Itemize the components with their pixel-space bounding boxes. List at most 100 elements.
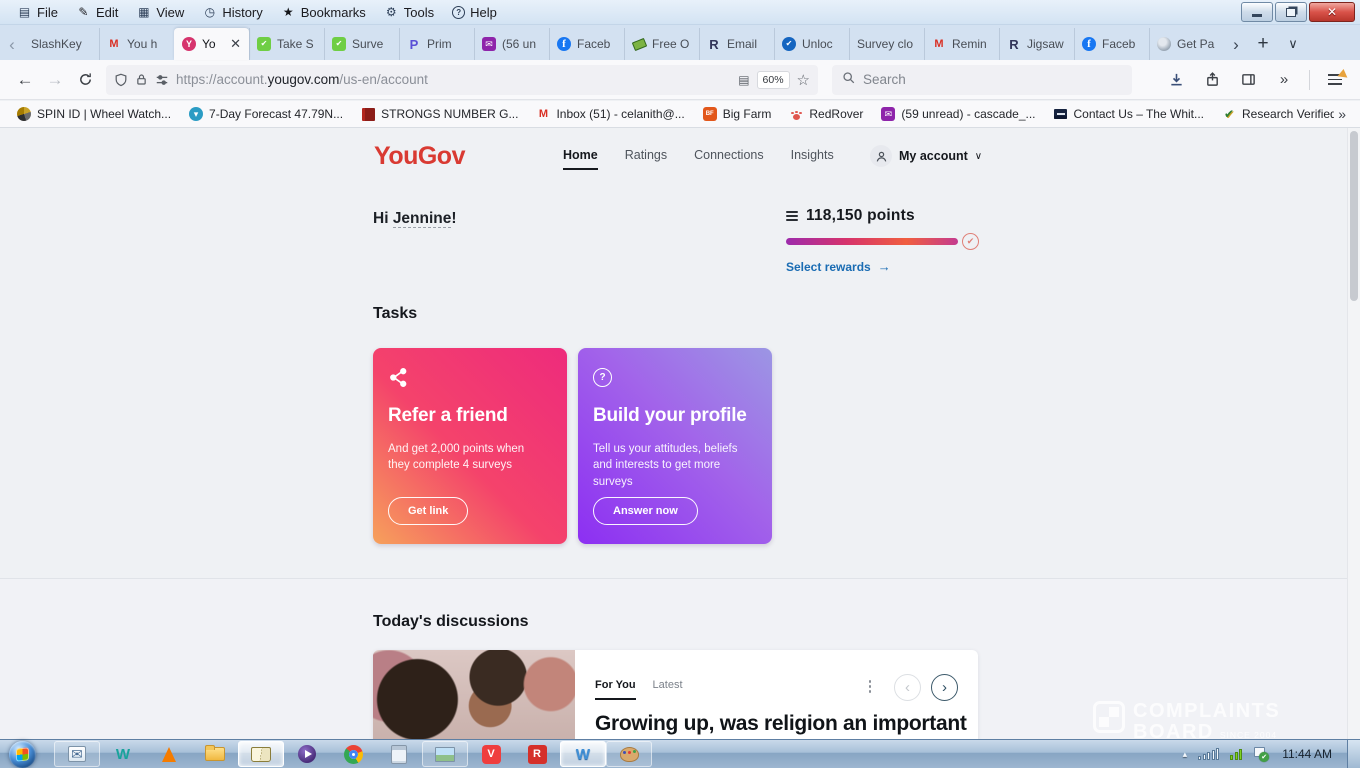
browser-tab[interactable]: Prim ✕ bbox=[399, 28, 474, 60]
carousel-prev-button[interactable] bbox=[894, 674, 921, 701]
taskbar-app-button[interactable] bbox=[238, 741, 284, 767]
restore-button[interactable] bbox=[1275, 2, 1307, 22]
bookmark-item[interactable]: Big Farm bbox=[696, 105, 779, 123]
bookmark-item[interactable]: (59 unread) - cascade_... bbox=[874, 105, 1042, 123]
browser-tab[interactable]: Faceb ✕ bbox=[549, 28, 624, 60]
feed-tab[interactable]: Latest bbox=[653, 679, 683, 700]
discussion-headline[interactable]: Growing up, was religion an important bbox=[595, 712, 965, 736]
browser-tab[interactable]: Survey clo ✕ bbox=[849, 28, 924, 60]
tab-close-icon[interactable]: ✕ bbox=[229, 36, 242, 52]
feed-tab[interactable]: For You bbox=[595, 679, 636, 700]
bookmark-item[interactable]: STRONGS NUMBER G... bbox=[354, 105, 525, 123]
taskbar-app-button[interactable] bbox=[560, 741, 606, 767]
browser-tab[interactable]: (56 un ✕ bbox=[474, 28, 549, 60]
carousel-next-button[interactable] bbox=[931, 674, 958, 701]
browser-tab[interactable]: SlashKey ✕ bbox=[24, 28, 99, 60]
reader-view-icon[interactable]: ▤ bbox=[738, 73, 749, 87]
site-nav-link[interactable]: Insights bbox=[791, 148, 834, 170]
select-rewards-link[interactable]: Select rewards bbox=[786, 259, 891, 274]
taskbar-app-button[interactable] bbox=[514, 741, 560, 767]
taskbar-app-button[interactable] bbox=[284, 741, 330, 767]
browser-tab[interactable]: Free O ✕ bbox=[624, 28, 699, 60]
taskbar-app-button[interactable] bbox=[100, 741, 146, 767]
tab-scroll-right-icon[interactable] bbox=[1224, 30, 1248, 60]
browser-tab[interactable]: Unloc ✕ bbox=[774, 28, 849, 60]
taskbar-app-button[interactable] bbox=[422, 741, 468, 767]
share-icon[interactable] bbox=[1197, 66, 1227, 94]
site-nav-link[interactable]: Connections bbox=[694, 148, 764, 170]
url-bar[interactable]: https://account.yougov.com/us-en/account… bbox=[106, 65, 818, 95]
shield-icon[interactable] bbox=[114, 73, 128, 87]
taskbar-app-button[interactable] bbox=[606, 741, 652, 767]
back-button[interactable]: ← bbox=[10, 66, 40, 94]
bookmark-star-icon[interactable]: ☆ bbox=[797, 71, 810, 89]
new-tab-button[interactable] bbox=[1248, 29, 1278, 59]
menu-item[interactable]: File bbox=[8, 3, 67, 22]
bookmark-item[interactable]: Research Verified Wart... bbox=[1215, 105, 1334, 123]
clock[interactable]: 11:44 AM bbox=[1282, 747, 1332, 761]
menu-item[interactable]: Help bbox=[443, 3, 506, 22]
browser-tab[interactable]: Remin ✕ bbox=[924, 28, 999, 60]
bookmark-item[interactable]: SPIN ID | Wheel Watch... bbox=[10, 105, 178, 123]
overflow-chevrons-icon[interactable]: » bbox=[1269, 66, 1299, 94]
permissions-icon[interactable] bbox=[155, 73, 169, 87]
bookmark-item[interactable]: 7-Day Forecast 47.79N... bbox=[182, 105, 350, 123]
action-center-flag-icon[interactable] bbox=[1253, 747, 1267, 762]
site-nav-link[interactable]: Ratings bbox=[625, 148, 667, 170]
browser-tab[interactable]: Yo ✕ bbox=[174, 28, 249, 60]
yougov-logo[interactable]: YouGov bbox=[374, 142, 465, 171]
taskbar-app-button[interactable] bbox=[330, 741, 376, 767]
page-scrollbar[interactable] bbox=[1347, 128, 1360, 740]
taskbar-app-button[interactable] bbox=[468, 741, 514, 767]
browser-tab[interactable]: Take S ✕ bbox=[249, 28, 324, 60]
refer-a-friend-card[interactable]: Refer a friend And get 2,000 points when… bbox=[373, 348, 567, 544]
show-desktop-button[interactable] bbox=[1347, 740, 1360, 768]
answer-now-button[interactable]: Answer now bbox=[593, 497, 698, 525]
browser-tab[interactable]: Jigsaw ✕ bbox=[999, 28, 1074, 60]
tab-scroll-left-icon[interactable] bbox=[0, 30, 24, 60]
taskbar-app-button[interactable] bbox=[192, 741, 238, 767]
menu-item-label: Tools bbox=[404, 5, 434, 20]
browser-tab[interactable]: Get Pa ✕ bbox=[1149, 28, 1224, 60]
menu-item[interactable]: Tools bbox=[375, 3, 443, 22]
bookmark-item[interactable]: RedRover bbox=[782, 105, 870, 123]
browser-tab[interactable]: Email ✕ bbox=[699, 28, 774, 60]
zoom-level-indicator[interactable]: 60% bbox=[757, 71, 790, 89]
browser-tab[interactable]: Faceb ✕ bbox=[1074, 28, 1149, 60]
scrollbar-thumb[interactable] bbox=[1350, 131, 1358, 301]
menu-item[interactable]: Edit bbox=[67, 3, 127, 22]
bookmarks-overflow-icon[interactable] bbox=[1334, 106, 1350, 122]
minimize-button[interactable] bbox=[1241, 2, 1273, 22]
bookmark-item[interactable]: Inbox (51) - celanith@... bbox=[529, 105, 691, 123]
taskbar-app-button[interactable] bbox=[54, 741, 100, 767]
list-all-tabs-icon[interactable] bbox=[1278, 29, 1308, 59]
kebab-menu-icon[interactable] bbox=[863, 680, 877, 693]
menu-item[interactable]: Bookmarks bbox=[272, 3, 375, 22]
lock-icon[interactable] bbox=[135, 73, 148, 86]
start-button[interactable] bbox=[9, 741, 36, 768]
reload-button[interactable] bbox=[70, 66, 100, 94]
downloads-icon[interactable] bbox=[1161, 66, 1191, 94]
build-profile-card[interactable]: ? Build your profile Tell us your attitu… bbox=[578, 348, 772, 544]
taskbar-app-button[interactable] bbox=[376, 741, 422, 767]
menu-item[interactable]: View bbox=[127, 3, 193, 22]
taskbar-app-button[interactable] bbox=[146, 741, 192, 767]
browser-tab[interactable]: Surve ✕ bbox=[324, 28, 399, 60]
forward-button[interactable]: → bbox=[40, 66, 70, 94]
discussion-card[interactable]: For You Latest Growing up, was religion … bbox=[373, 650, 978, 740]
sidebar-icon[interactable] bbox=[1233, 66, 1263, 94]
user-name[interactable]: Jennine bbox=[393, 210, 452, 228]
network-signal-icon[interactable] bbox=[1198, 748, 1219, 760]
my-account-menu[interactable]: My account bbox=[870, 145, 982, 167]
url-text[interactable]: https://account.yougov.com/us-en/account bbox=[176, 72, 731, 87]
bookmark-item[interactable]: Contact Us – The Whit... bbox=[1047, 105, 1212, 123]
search-box[interactable]: Search bbox=[832, 65, 1132, 95]
wireless-signal-icon[interactable] bbox=[1230, 749, 1242, 760]
site-nav-link[interactable]: Home bbox=[563, 148, 598, 170]
app-menu-icon[interactable] bbox=[1320, 66, 1350, 94]
get-link-button[interactable]: Get link bbox=[388, 497, 468, 525]
show-hidden-icons-icon[interactable] bbox=[1183, 749, 1188, 760]
browser-tab[interactable]: You h ✕ bbox=[99, 28, 174, 60]
menu-item[interactable]: History bbox=[193, 3, 271, 22]
close-button[interactable] bbox=[1309, 2, 1355, 22]
